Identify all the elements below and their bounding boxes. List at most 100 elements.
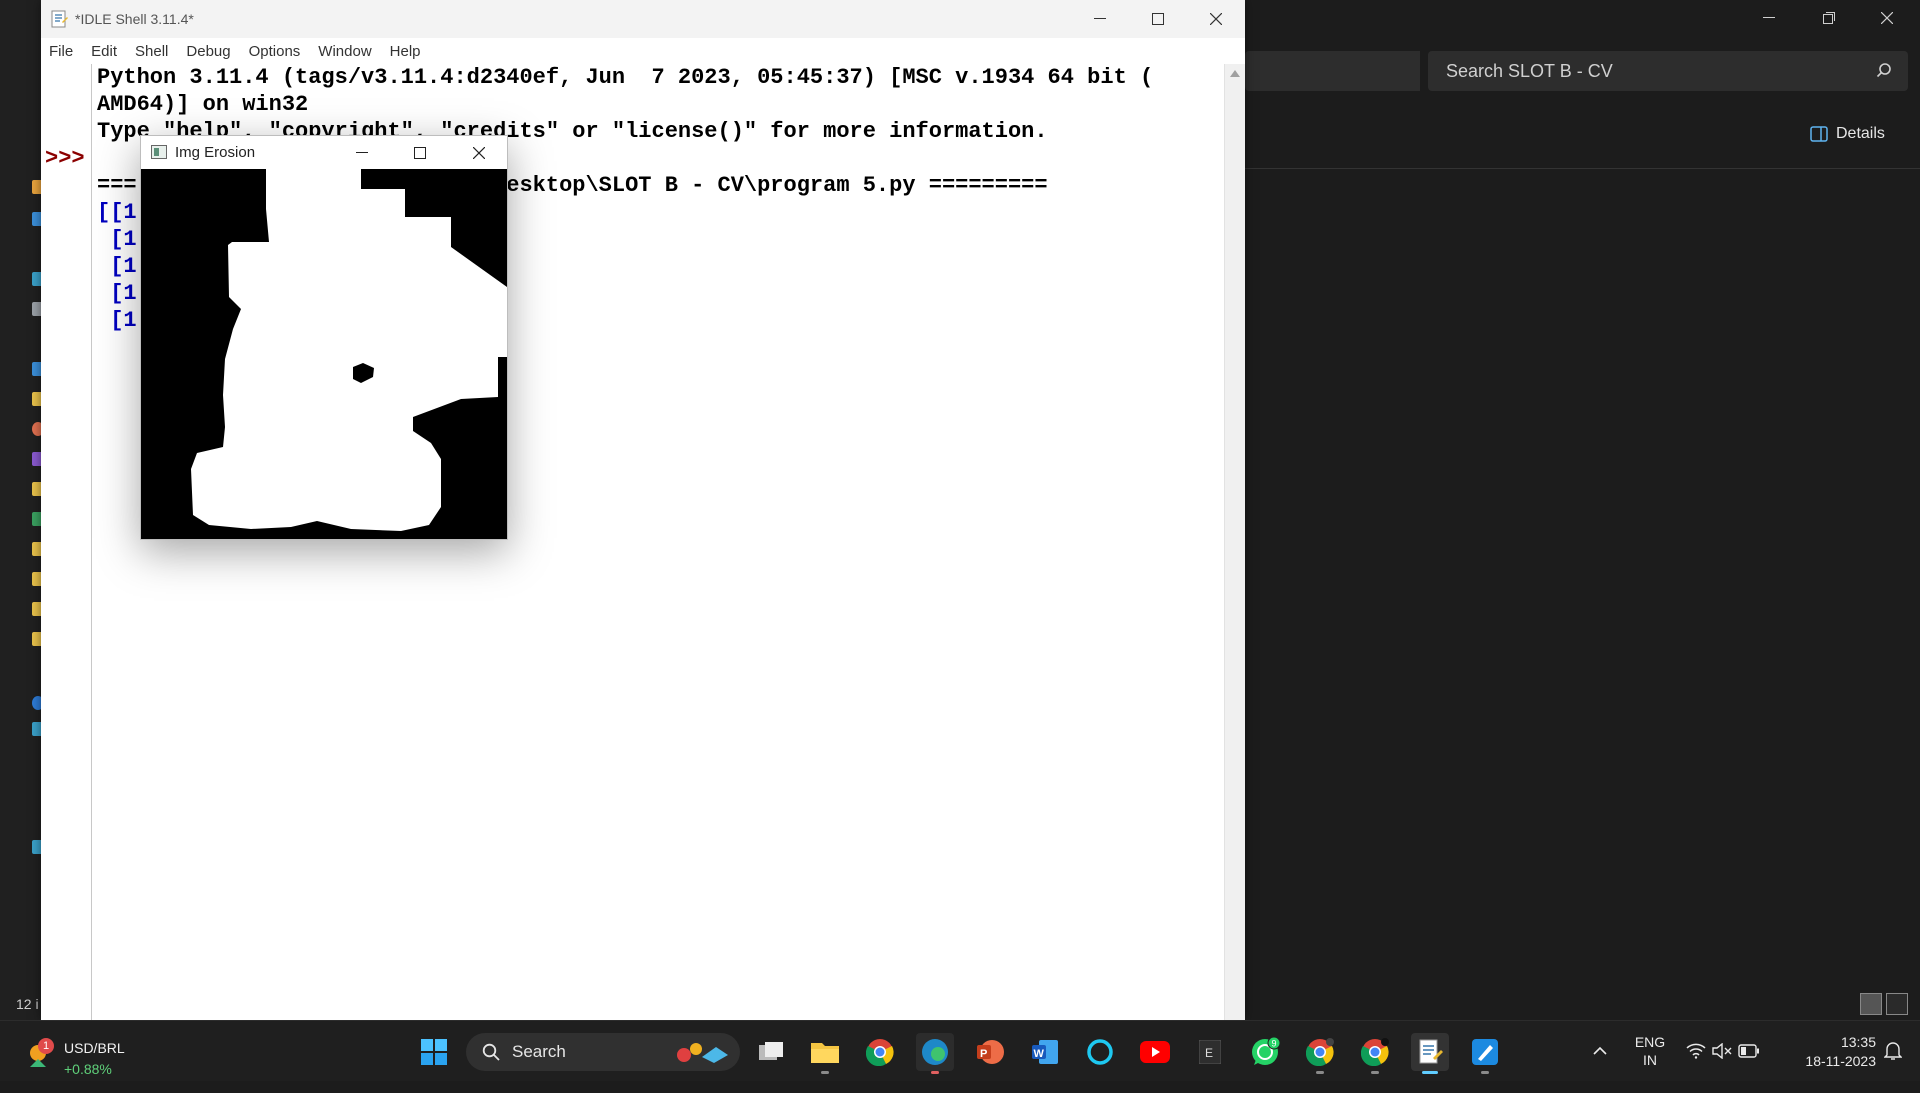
erosion-title-bar[interactable]: Img Erosion: [141, 136, 507, 169]
taskbar-file-explorer[interactable]: [806, 1033, 844, 1074]
powerpoint-icon: P: [977, 1040, 1004, 1064]
taskbar-chrome-profile-2[interactable]: [1356, 1033, 1394, 1074]
chevron-up-icon: [1593, 1046, 1607, 1055]
shell-prompt: >>>: [45, 146, 85, 171]
large-icons-view-button[interactable]: [1886, 993, 1908, 1015]
cortana-icon: [1087, 1039, 1113, 1065]
idle-maximize-button[interactable]: [1129, 0, 1187, 38]
system-clock[interactable]: 13:35 18-11-2023: [1778, 1033, 1876, 1093]
taskbar-chrome[interactable]: [861, 1033, 899, 1071]
running-indicator: [1481, 1071, 1489, 1074]
details-pane-icon: [1810, 126, 1828, 142]
svg-text:E: E: [1205, 1046, 1213, 1060]
stock-widget[interactable]: 1 USD/BRL +0.88%: [24, 1031, 154, 1077]
chrome-icon: [866, 1039, 894, 1066]
taskbar-youtube[interactable]: [1136, 1033, 1174, 1071]
shell-output-line: [1: [97, 227, 137, 252]
taskbar-cortana[interactable]: [1081, 1033, 1119, 1071]
menu-help[interactable]: Help: [390, 43, 421, 60]
address-bar[interactable]: [1245, 51, 1420, 91]
menu-edit[interactable]: Edit: [91, 43, 117, 60]
chrome-icon: [1361, 1038, 1389, 1066]
taskbar-powerpoint[interactable]: P: [971, 1033, 1009, 1071]
explorer-restore-button[interactable]: [1800, 0, 1858, 36]
clock-date: 18-11-2023: [1805, 1053, 1876, 1069]
toolbar-divider: [1245, 168, 1920, 169]
active-indicator: [1422, 1071, 1438, 1074]
shell-output-line: [1: [97, 254, 137, 279]
explorer-search-box[interactable]: Search SLOT B - CV: [1428, 51, 1908, 91]
idle-menu-bar: File Edit Shell Debug Options Window Hel…: [41, 38, 1245, 64]
vertical-scrollbar[interactable]: [1224, 64, 1245, 1020]
img-erosion-window: Img Erosion: [140, 135, 508, 540]
shell-output-line: [1: [97, 308, 137, 333]
menu-debug[interactable]: Debug: [186, 43, 230, 60]
file-explorer-icon: [811, 1043, 839, 1063]
ticker-name: USD/BRL: [64, 1040, 125, 1056]
clock-time: 13:35: [1840, 1034, 1876, 1050]
taskbar-edge[interactable]: [916, 1033, 954, 1074]
eroded-image: [141, 169, 507, 539]
taskbar-pen-app[interactable]: [1466, 1033, 1504, 1074]
whatsapp-badge: 9: [1272, 1039, 1277, 1049]
task-view-button[interactable]: [752, 1033, 790, 1071]
idle-close-button[interactable]: [1187, 0, 1245, 38]
edge-icon: [922, 1039, 948, 1065]
shell-line: Python 3.11.4 (tags/v3.11.4:d2340ef, Jun…: [97, 65, 1154, 90]
whatsapp-icon: 9: [1252, 1037, 1280, 1065]
running-indicator: [931, 1071, 939, 1074]
scroll-up-arrow-icon[interactable]: [1230, 70, 1240, 77]
running-indicator: [821, 1071, 829, 1074]
python-idle-icon: [51, 10, 68, 28]
running-indicator: [1316, 1071, 1324, 1074]
chrome-icon: [1306, 1038, 1334, 1066]
region-code: IN: [1643, 1052, 1657, 1068]
shell-line: AMD64)] on win32: [97, 92, 309, 117]
taskbar: 1 USD/BRL +0.88% Search P W E 9 ENG IN 1…: [0, 1020, 1920, 1081]
svg-text:P: P: [980, 1048, 987, 1060]
menu-options[interactable]: Options: [249, 43, 301, 60]
details-pane-button[interactable]: Details: [1810, 125, 1885, 143]
taskbar-python-idle[interactable]: [1411, 1033, 1449, 1074]
input-language-indicator[interactable]: ENG IN: [1626, 1033, 1674, 1093]
taskbar-search-label: Search: [512, 1042, 566, 1061]
view-toggle: [1860, 993, 1908, 1015]
prompt-gutter: >>>: [41, 64, 92, 1020]
explorer-nav-pane: [0, 0, 44, 1020]
language-code: ENG: [1634, 1034, 1666, 1050]
word-icon: W: [1032, 1040, 1058, 1064]
idle-title-bar[interactable]: *IDLE Shell 3.11.4*: [41, 0, 1245, 38]
idle-minimize-button[interactable]: [1071, 0, 1129, 38]
details-view-button[interactable]: [1860, 993, 1882, 1015]
notification-bell-icon: [1884, 1042, 1902, 1060]
ticker-change: +0.88%: [64, 1061, 112, 1077]
taskbar-search-box[interactable]: Search: [466, 1033, 740, 1071]
taskbar-word[interactable]: W: [1026, 1033, 1064, 1071]
opencv-window-icon: [151, 145, 167, 159]
erosion-minimize-button[interactable]: [334, 136, 390, 169]
menu-file[interactable]: File: [49, 43, 73, 60]
windows-logo-icon: [421, 1039, 447, 1065]
taskbar-epic-app[interactable]: E: [1191, 1033, 1229, 1071]
pen-app-icon: [1472, 1039, 1498, 1065]
taskbar-chrome-profile-1[interactable]: [1301, 1033, 1339, 1074]
battery-icon: [1738, 1044, 1759, 1058]
python-idle-icon: [1419, 1039, 1443, 1064]
taskbar-whatsapp[interactable]: 9: [1246, 1033, 1284, 1071]
wifi-icon: [1686, 1043, 1706, 1059]
running-indicator: [1371, 1071, 1379, 1074]
explorer-minimize-button[interactable]: [1740, 0, 1798, 36]
quick-settings-button[interactable]: [1682, 1021, 1762, 1081]
erosion-close-button[interactable]: [451, 136, 507, 169]
shell-output-line: [[1: [97, 200, 137, 225]
menu-window[interactable]: Window: [318, 43, 371, 60]
show-hidden-icons-button[interactable]: [1585, 1021, 1615, 1081]
notification-center-button[interactable]: [1880, 1021, 1908, 1081]
explorer-close-button[interactable]: [1858, 0, 1916, 36]
start-button[interactable]: [415, 1033, 453, 1071]
menu-shell[interactable]: Shell: [135, 43, 168, 60]
erosion-maximize-button[interactable]: [392, 136, 448, 169]
epic-e-icon: E: [1199, 1040, 1221, 1064]
svg-text:W: W: [1034, 1048, 1045, 1060]
erosion-window-title: Img Erosion: [175, 144, 256, 161]
